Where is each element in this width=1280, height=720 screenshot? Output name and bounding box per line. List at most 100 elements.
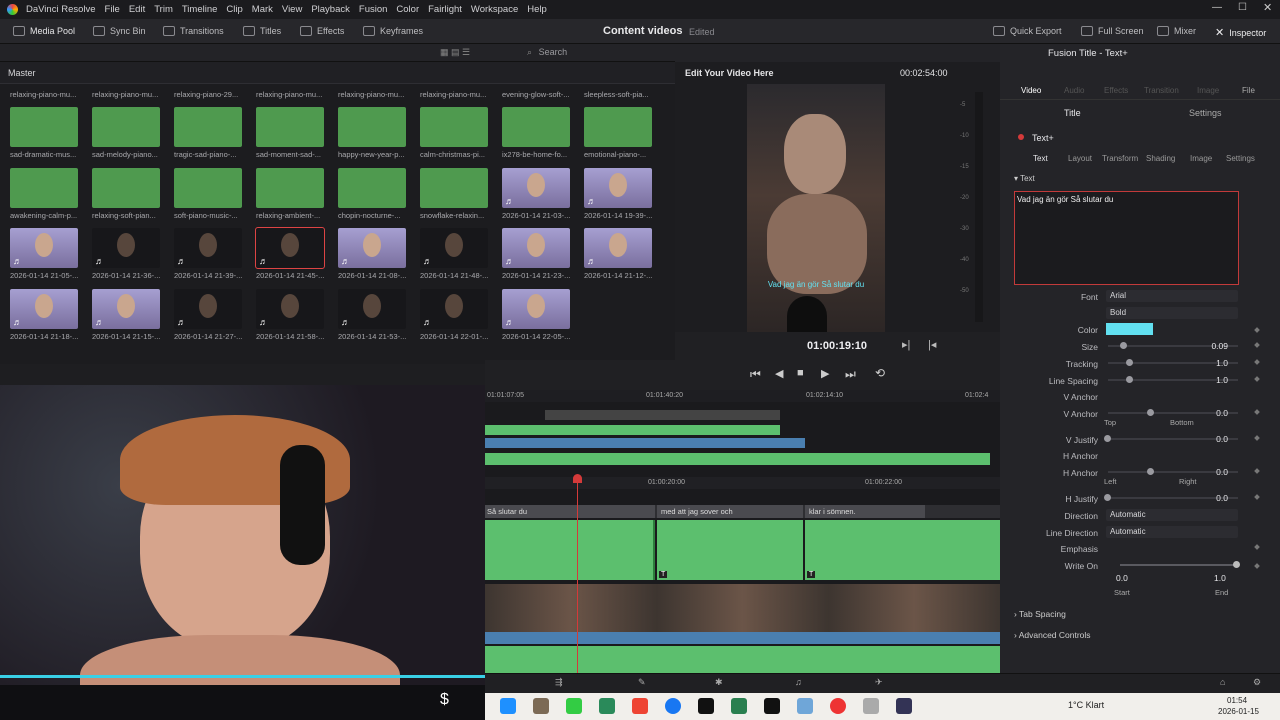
minimize-icon[interactable]: — [1212,2,1222,13]
tab-file[interactable]: File [1242,86,1255,95]
transitions-button[interactable]: Transitions [163,26,224,36]
tab-audio[interactable]: Audio [1064,86,1084,95]
media-clip[interactable]: chopin-nocturne-... [338,168,408,220]
reverse-icon[interactable]: ◀ [775,367,783,380]
menu-clip[interactable]: Clip [226,4,242,15]
keyframes-button[interactable]: Keyframes [363,26,423,36]
menu-fairlight[interactable]: Fairlight [428,4,462,15]
write-on-end-value[interactable]: 1.0 [1214,573,1226,583]
menu-color[interactable]: Color [396,4,419,15]
youtube-icon[interactable] [632,698,648,714]
media-clip[interactable]: ♬ 2026-01-14 21-53-... [338,289,408,341]
media-clip[interactable]: ♬ 2026-01-14 21-15-... [92,289,162,341]
app-icon[interactable] [863,698,879,714]
app-icon[interactable] [599,698,615,714]
tab-transition[interactable]: Transition [1144,86,1179,95]
node-tab-transform[interactable]: Transform [1102,154,1138,163]
media-clip[interactable]: sleepless-soft-pia... [584,87,654,99]
media-clip[interactable]: calm-christmas-pi... [420,107,490,159]
bin-name[interactable]: Master [8,68,36,78]
search-input[interactable]: Search [539,47,568,57]
media-clip[interactable]: relaxing-piano-29... [174,87,244,99]
subtitle-clip[interactable]: klar i sömnen. [805,505,925,518]
menu-timeline[interactable]: Timeline [182,4,218,15]
media-clip[interactable]: ♬ 2026-01-14 21-05-... [10,228,80,280]
line-spacing-knob[interactable] [1126,376,1133,383]
x-icon[interactable] [764,698,780,714]
media-clip[interactable]: emotional-piano-... [584,107,654,159]
h-anchor-knob[interactable] [1147,468,1154,475]
font-select[interactable]: Arial [1106,290,1238,302]
menu-view[interactable]: View [282,4,302,15]
media-clip[interactable]: relaxing-piano-mu... [420,87,490,99]
media-clip[interactable]: ♬ 2026-01-14 21-12-... [584,228,654,280]
menu-playback[interactable]: Playback [311,4,350,15]
video-frame[interactable]: Vad jag än gör Så slutar du [747,84,885,332]
media-pool-button[interactable]: Media Pool [13,26,75,36]
menu-fusion[interactable]: Fusion [359,4,388,15]
h-justify-value[interactable]: 0.0 [1190,493,1228,503]
media-clip[interactable]: snowflake-relaxin... [420,168,490,220]
size-knob[interactable] [1120,342,1127,349]
media-clip[interactable]: ♬ 2026-01-14 21-27-... [174,289,244,341]
maximize-icon[interactable]: ☐ [1238,2,1247,13]
game-icon[interactable] [533,698,549,714]
edit-page-icon[interactable]: ✎ [638,677,646,688]
resolve-icon[interactable] [896,698,912,714]
line-spacing-value[interactable]: 1.0 [1190,375,1228,385]
node-enable-icon[interactable] [1018,134,1024,140]
media-clip[interactable]: ♬ 2026-01-14 21-45-... [255,227,326,280]
v-justify-knob[interactable] [1104,435,1111,442]
subtitle-clip[interactable]: Så slutar du [485,505,655,518]
tab-image[interactable]: Image [1197,86,1219,95]
media-clip[interactable]: sad-moment-sad-... [256,107,326,159]
color-swatch[interactable] [1106,323,1153,335]
next-frame-icon[interactable]: ▸| [902,338,910,351]
mixer-button[interactable]: Mixer [1157,26,1196,36]
clock-time[interactable]: 01:54 [1227,696,1247,705]
size-value[interactable]: 0.09 [1190,341,1228,351]
v-justify-value[interactable]: 0.0 [1190,434,1228,444]
effects-button[interactable]: Effects [300,26,344,36]
menu-file[interactable]: File [105,4,120,15]
menu-edit[interactable]: Edit [129,4,145,15]
v-anchor-knob[interactable] [1147,409,1154,416]
advanced-controls-section[interactable]: › Advanced Controls [1014,630,1091,640]
node-tab-image[interactable]: Image [1190,154,1212,163]
line-direction-select[interactable]: Automatic [1106,526,1238,538]
app-icon[interactable] [566,698,582,714]
inspector-button[interactable]: ✕ Inspector [1215,26,1266,39]
media-clip[interactable]: ♬ 2026-01-14 21-36-... [92,228,162,280]
subtab-settings[interactable]: Settings [1189,108,1222,118]
media-clip[interactable]: ♬ 2026-01-14 21-03-... [502,168,572,220]
tab-effects[interactable]: Effects [1104,86,1128,95]
media-clip[interactable]: relaxing-soft-pian... [92,168,162,220]
sync-bin-button[interactable]: Sync Bin [93,26,146,36]
direction-select[interactable]: Automatic [1106,509,1238,521]
obs-icon[interactable] [830,698,846,714]
grid-view-icon[interactable]: ▦ ▤ ☰ [440,47,470,58]
media-clip[interactable]: soft-piano-music-... [174,168,244,220]
deliver-page-icon[interactable]: ✈ [875,677,883,688]
media-clip[interactable]: ♬ 2026-01-14 19-39-... [584,168,654,220]
loop-icon[interactable]: ⟲ [875,366,885,380]
full-screen-button[interactable]: Full Screen [1081,26,1144,36]
close-icon[interactable]: ✕ [1263,1,1272,14]
media-clip[interactable]: relaxing-piano-mu... [256,87,326,99]
audio-waveform-track[interactable] [485,632,1000,644]
media-clip[interactable]: ♬ 2026-01-14 21-58-... [256,289,326,341]
quick-export-button[interactable]: Quick Export [993,26,1062,36]
v-anchor-value[interactable]: 0.0 [1190,408,1228,418]
font-style-select[interactable]: Bold [1106,307,1238,319]
h-anchor-value[interactable]: 0.0 [1190,467,1228,477]
media-clip[interactable]: ♬ 2026-01-14 21-39-... [174,228,244,280]
media-clip[interactable]: ♬ 2026-01-14 21-23-... [502,228,572,280]
text-input[interactable]: Vad jag än gör Så slutar du [1014,191,1239,285]
skip-back-icon[interactable]: ⏮ [750,367,761,382]
tracking-knob[interactable] [1126,359,1133,366]
menu-trim[interactable]: Trim [154,4,173,15]
menu-mark[interactable]: Mark [252,4,273,15]
media-clip[interactable]: ix278-be-home-fo... [502,107,572,159]
audio-track[interactable] [485,646,1000,673]
search-field[interactable]: ⌕ Search [527,47,627,59]
